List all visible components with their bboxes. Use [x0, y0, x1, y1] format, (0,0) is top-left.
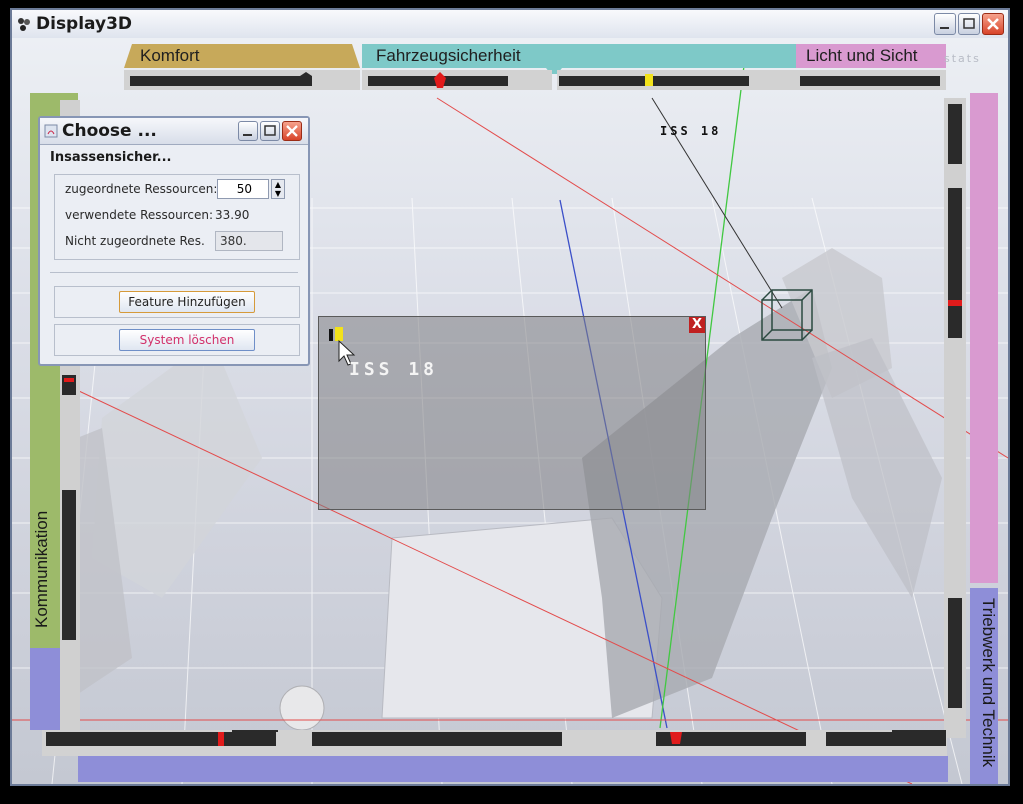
maximize-button[interactable]	[958, 13, 980, 35]
panel-close-button[interactable]: X	[689, 317, 705, 333]
safety-markers-left	[368, 72, 508, 88]
3d-viewport[interactable]: Komfort Fahrzeugsicherheit Licht und Sic…	[12, 38, 1008, 784]
tab-label-licht-und-sicht: Licht und Sicht	[806, 46, 918, 65]
tab-label-komfort: Komfort	[140, 46, 200, 65]
java-icon	[44, 124, 58, 138]
unassigned-resources-field: 380.	[215, 231, 283, 251]
minimize-icon	[243, 134, 252, 136]
iss-panel-label: ISS 18	[349, 359, 439, 380]
minimize-button[interactable]	[934, 13, 956, 35]
tab-label-fahrzeugsicherheit: Fahrzeugsicherheit	[376, 46, 521, 65]
dialog-close-button[interactable]	[282, 121, 302, 141]
safety-markers-right	[559, 74, 749, 86]
tab-komfort[interactable]: Komfort	[124, 44, 360, 68]
tab-label-kommunikation: Kommunikation	[32, 510, 51, 628]
right-markers	[948, 104, 962, 708]
tab-fahrzeugsicherheit[interactable]: Fahrzeugsicherheit	[362, 44, 796, 74]
maximize-icon	[264, 125, 276, 136]
licht-side-bar[interactable]	[970, 93, 998, 583]
triebwerk-bottom-bar[interactable]	[78, 756, 948, 782]
unassigned-resources-label: Nicht zugeordnete Res.	[65, 234, 205, 248]
dialog-minimize-button[interactable]	[238, 121, 258, 141]
add-feature-row: Feature Hinzufügen	[54, 286, 300, 318]
right-feature-strip[interactable]	[944, 98, 966, 738]
close-icon	[987, 18, 999, 30]
window-title: Display3D	[36, 14, 133, 34]
close-button[interactable]	[982, 13, 1004, 35]
spin-up-icon[interactable]: ▲	[275, 180, 281, 189]
add-feature-button[interactable]: Feature Hinzufügen	[119, 291, 255, 313]
separator	[50, 272, 298, 273]
choose-dialog[interactable]: Choose ... Insassensicher... zugeordnete…	[38, 116, 310, 366]
licht-strip[interactable]	[796, 70, 946, 90]
bottom-markers	[46, 720, 946, 746]
used-resources-value: 33.90	[215, 208, 250, 222]
title-bar[interactable]: Display3D	[12, 10, 1008, 39]
bottom-feature-strip[interactable]	[42, 720, 947, 756]
maximize-icon	[963, 18, 975, 29]
spin-down-icon[interactable]: ▼	[275, 189, 281, 198]
minimize-icon	[940, 27, 949, 29]
assigned-resources-label: zugeordnete Ressourcen:	[65, 182, 218, 196]
komfort-markers	[130, 72, 312, 86]
komfort-feature-strip[interactable]	[124, 70, 360, 90]
iss-info-panel[interactable]: ISS 18 X	[318, 316, 706, 510]
fahrzeugsicherheit-strip-right[interactable]	[557, 70, 796, 90]
app-icon	[18, 18, 30, 31]
resource-group: zugeordnete Ressourcen: 50 ▲ ▼ verwendete…	[54, 174, 300, 260]
iss-top-label: ISS 18	[660, 124, 722, 138]
dialog-title: Choose ...	[62, 121, 157, 141]
close-icon	[286, 125, 298, 137]
fahrzeugsicherheit-strip-left[interactable]	[362, 70, 552, 90]
assigned-resources-spinner[interactable]: ▲ ▼	[271, 179, 285, 199]
used-resources-label: verwendete Ressourcen:	[65, 208, 214, 222]
delete-system-button[interactable]: System löschen	[119, 329, 255, 351]
licht-markers	[800, 76, 940, 86]
main-window: Display3D Komfort Fahrzeugsicherheit Lic…	[10, 8, 1010, 786]
dialog-section-title: Insassensicher...	[50, 150, 172, 165]
dialog-maximize-button[interactable]	[260, 121, 280, 141]
assigned-resources-input[interactable]: 50	[217, 179, 269, 199]
tab-label-triebwerk-und-technik: Triebwerk und Technik	[979, 598, 998, 768]
dialog-title-bar[interactable]: Choose ...	[40, 118, 308, 145]
delete-system-row: System löschen	[54, 324, 300, 356]
stats-label: stats	[944, 52, 981, 65]
tab-licht-und-sicht[interactable]: Licht und Sicht	[796, 44, 946, 68]
